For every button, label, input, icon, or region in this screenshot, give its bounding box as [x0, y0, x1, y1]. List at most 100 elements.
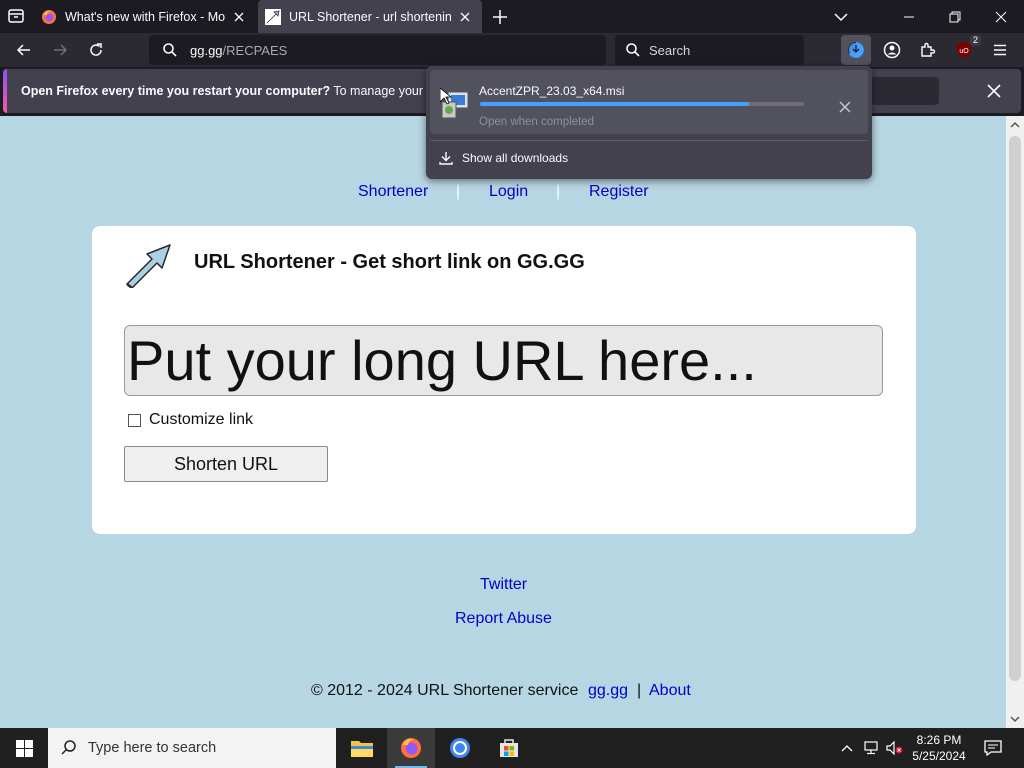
minimize-button[interactable] [886, 0, 932, 33]
gg-arrow-logo-icon [126, 244, 171, 288]
search-icon [61, 740, 76, 755]
restore-button[interactable] [932, 0, 978, 33]
speaker-muted-icon [886, 741, 903, 755]
plus-icon [493, 10, 507, 24]
download-progress-icon [848, 42, 864, 58]
tab-title: What's new with Firefox - More [65, 9, 226, 24]
tab-title: URL Shortener - url shortening s [289, 9, 452, 24]
firefox-icon [401, 738, 421, 758]
start-button[interactable] [0, 728, 48, 768]
customize-link-label: Customize link [149, 411, 254, 428]
list-all-tabs-button[interactable] [818, 0, 864, 33]
notification-title: Open Firefox every time you restart your… [21, 84, 331, 98]
search-bar[interactable]: Search [615, 35, 804, 65]
show-hidden-icons-button[interactable] [838, 728, 856, 768]
gg-arrow-favicon-icon [265, 8, 281, 25]
restore-icon [949, 11, 961, 22]
download-icon [439, 152, 453, 165]
search-placeholder: Search [649, 42, 691, 58]
account-button[interactable] [880, 38, 904, 62]
close-icon [987, 84, 1001, 98]
chevron-up-icon [841, 745, 853, 752]
nav-login-link[interactable]: Login [489, 183, 528, 201]
microsoft-store-icon [500, 739, 518, 757]
volume-tray-button[interactable] [884, 728, 906, 768]
page-scrollbar[interactable] [1006, 116, 1024, 728]
address-bar[interactable]: gg.gg/RECPAES [149, 35, 606, 65]
gg-home-link[interactable]: gg.gg [588, 682, 628, 700]
copyright-text: © 2012 - 2024 URL Shortener service [311, 682, 579, 699]
tab-strip: What's new with Firefox - More URL Short… [0, 0, 1024, 33]
notification-close-button[interactable] [984, 81, 1004, 101]
nav-separator: | [456, 183, 461, 200]
shortener-card: URL Shortener - Get short link on GG.GG … [92, 226, 916, 534]
notification-center-icon [984, 740, 1002, 756]
scroll-up-arrow-icon[interactable] [1010, 120, 1020, 130]
download-item[interactable]: AccentZPR_23.03_x64.msi Open when comple… [430, 70, 868, 134]
extensions-button[interactable] [916, 38, 940, 62]
reload-button[interactable] [84, 38, 108, 62]
close-icon [460, 12, 470, 21]
chrome-icon [450, 738, 470, 758]
firefox-taskbar-button[interactable] [387, 728, 435, 768]
long-url-input[interactable] [124, 325, 883, 396]
report-abuse-link[interactable]: Report Abuse [455, 610, 552, 628]
clock-date: 5/25/2024 [912, 749, 966, 763]
close-icon [995, 11, 1007, 22]
windows-taskbar: Type here to search 8:26 PM 5/25/2024 [0, 728, 1024, 768]
network-icon [864, 741, 878, 755]
tab-whats-new[interactable]: What's new with Firefox - More [34, 0, 256, 33]
downloads-button[interactable] [841, 35, 871, 65]
close-window-button[interactable] [978, 0, 1024, 33]
file-explorer-taskbar-button[interactable] [338, 728, 386, 768]
arrow-right-icon [54, 44, 68, 56]
extension-badge: 2 [969, 35, 981, 46]
cancel-download-icon[interactable] [838, 100, 852, 114]
new-tab-button[interactable] [490, 7, 510, 27]
close-tab-button[interactable] [456, 8, 474, 26]
chevron-down-icon [834, 12, 848, 21]
url-path: /RECPAES [222, 42, 288, 58]
customize-link-option[interactable]: Customize link [128, 411, 253, 429]
clock-time: 8:26 PM [916, 733, 962, 747]
nav-register-link[interactable]: Register [589, 183, 649, 201]
downloads-panel: AccentZPR_23.03_x64.msi Open when comple… [426, 66, 872, 179]
network-tray-button[interactable] [860, 728, 882, 768]
panel-divider [430, 140, 868, 141]
taskbar-search-placeholder: Type here to search [88, 740, 217, 756]
scrollbar-thumb[interactable] [1009, 136, 1021, 681]
download-progress-fill [480, 102, 749, 106]
page-title: URL Shortener - Get short link on GG.GG [194, 251, 585, 273]
msi-installer-icon [440, 88, 469, 119]
notification-action-button[interactable] [871, 77, 939, 105]
shorten-url-button[interactable]: Shorten URL [124, 446, 328, 482]
search-icon [163, 43, 177, 57]
notifications-button[interactable] [978, 728, 1008, 768]
download-filename: AccentZPR_23.03_x64.msi [479, 84, 625, 98]
microsoft-store-taskbar-button[interactable] [485, 728, 533, 768]
reload-icon [90, 43, 102, 56]
customize-link-checkbox[interactable] [128, 413, 141, 427]
account-icon [883, 41, 901, 59]
app-menu-button[interactable] [988, 38, 1012, 62]
tab-list-button[interactable] [4, 4, 28, 28]
tab-url-shortener[interactable]: URL Shortener - url shortening s [258, 0, 482, 33]
ublock-extension-button[interactable]: uO 2 [952, 35, 981, 62]
about-link[interactable]: About [649, 682, 691, 700]
back-button[interactable] [12, 38, 36, 62]
file-explorer-icon [351, 741, 373, 757]
twitter-link[interactable]: Twitter [480, 576, 527, 594]
forward-button[interactable] [48, 38, 72, 62]
download-status: Open when completed [479, 116, 595, 128]
close-tab-button[interactable] [230, 8, 248, 26]
chrome-taskbar-button[interactable] [436, 728, 484, 768]
puzzle-piece-icon [921, 42, 936, 57]
scroll-down-arrow-icon[interactable] [1010, 714, 1020, 724]
taskbar-search-box[interactable]: Type here to search [48, 728, 336, 768]
taskbar-clock[interactable]: 8:26 PM 5/25/2024 [908, 732, 970, 764]
tab-list-icon [8, 9, 24, 23]
firefox-icon [42, 9, 56, 24]
nav-shortener-link[interactable]: Shortener [358, 183, 428, 201]
show-all-downloads-button[interactable]: Show all downloads [438, 150, 568, 166]
show-all-downloads-label: Show all downloads [462, 151, 569, 165]
